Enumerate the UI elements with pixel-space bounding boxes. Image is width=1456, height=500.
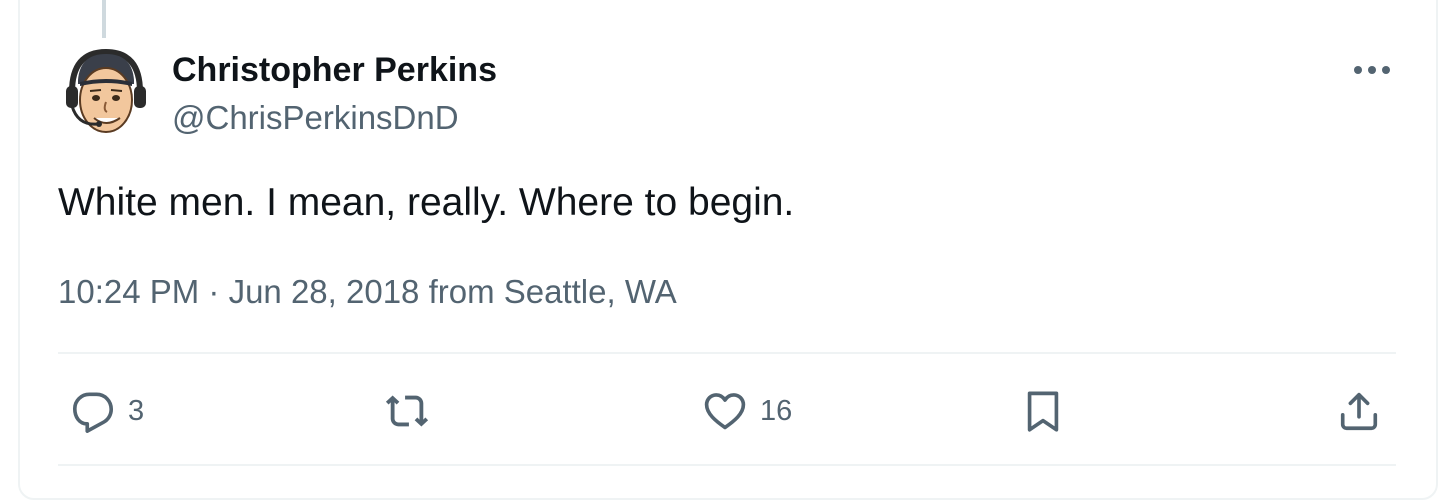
divider <box>58 464 1396 466</box>
reply-icon <box>72 392 114 433</box>
author-name[interactable]: Christopher Perkins <box>172 50 497 90</box>
like-button[interactable]: 16 <box>702 388 792 434</box>
tweet-text: White men. I mean, really. Where to begi… <box>58 181 795 224</box>
heart-icon <box>704 393 746 430</box>
like-count: 16 <box>760 394 793 427</box>
bookmark-button[interactable] <box>1020 388 1066 434</box>
reply-count: 3 <box>128 394 145 427</box>
more-options-icon[interactable] <box>1350 56 1394 84</box>
divider <box>58 352 1396 354</box>
tweet-timestamp-location[interactable]: 10:24 PM · Jun 28, 2018 from Seattle, WA <box>58 272 677 312</box>
avatar[interactable] <box>58 44 154 140</box>
bookmark-icon <box>1027 391 1059 432</box>
author-handle[interactable]: @ChrisPerkinsDnD <box>172 98 459 138</box>
retweet-button[interactable] <box>384 388 430 434</box>
reply-button[interactable]: 3 <box>70 388 144 434</box>
retweet-icon <box>385 395 429 427</box>
thread-connector-line <box>102 0 106 38</box>
share-button[interactable] <box>1336 388 1382 434</box>
share-icon <box>1340 392 1378 431</box>
